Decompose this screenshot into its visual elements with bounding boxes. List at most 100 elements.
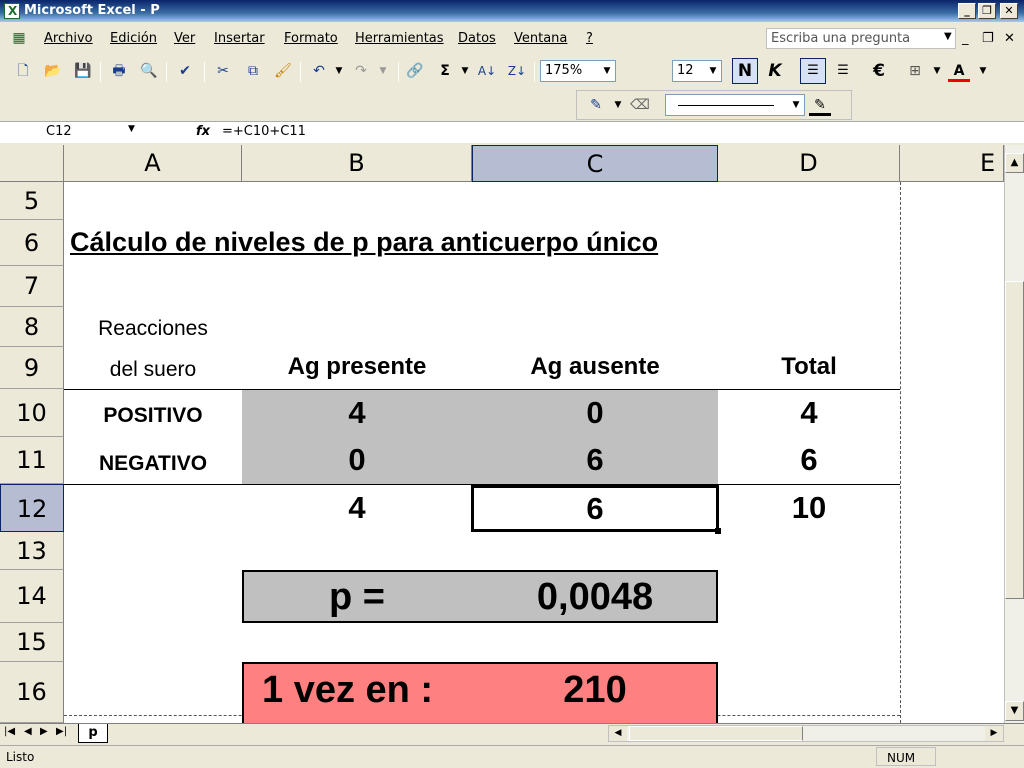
new-icon[interactable]: 🗋 [12,60,34,82]
last-sheet-button[interactable]: ▶| [56,726,67,737]
doc-restore-button[interactable]: ❐ [982,31,994,46]
zoom-select[interactable]: 175% ▼ [540,60,616,82]
insert-hyperlink-icon[interactable]: 🔗 [404,60,426,82]
vez-value[interactable]: 210 [472,669,718,712]
row-header-14[interactable]: 14 [0,570,64,623]
row-header-9[interactable]: 9 [0,347,64,389]
cell-b10[interactable]: 4 [242,395,472,431]
save-icon[interactable]: 💾 [72,60,94,82]
menu-ventana[interactable]: Ventana [514,31,567,46]
draw-border-icon[interactable]: ✎ [585,94,607,116]
borders-dropdown-icon[interactable]: ▼ [926,60,948,82]
minimize-button[interactable]: _ [958,3,976,19]
font-color-button[interactable]: A [948,60,970,82]
column-header-a[interactable]: A [64,145,242,182]
cell-b11[interactable]: 0 [242,442,472,478]
row-header-10[interactable]: 10 [0,389,64,437]
close-button[interactable]: ✕ [1000,3,1018,19]
scroll-up-button[interactable]: ▲ [1005,153,1024,173]
spelling-icon[interactable]: ✔ [174,60,196,82]
menu-ver[interactable]: Ver [174,31,195,46]
cell-b12[interactable]: 4 [242,490,472,526]
row-header-11[interactable]: 11 [0,437,64,484]
menu-datos[interactable]: Datos [458,31,496,46]
eraser-icon[interactable]: ⌫ [629,94,651,116]
sheet-tab-p[interactable]: p [78,724,108,743]
line-style-select[interactable]: ▼ [665,94,805,116]
autosum-dropdown-icon[interactable]: ▼ [454,60,476,82]
autosum-icon[interactable]: Σ [434,60,456,82]
open-icon[interactable]: 📂 [42,60,64,82]
vez-label[interactable]: 1 vez en : [262,669,433,712]
currency-button[interactable]: € [866,58,892,84]
scroll-thumb[interactable] [1005,281,1024,599]
formula-input[interactable]: =+C10+C11 [222,124,306,139]
column-header-d[interactable]: D [718,145,900,182]
label-negativo[interactable]: NEGATIVO [64,452,242,476]
p-value[interactable]: 0,0048 [472,576,718,619]
menu-insertar[interactable]: Insertar [214,31,265,46]
copy-icon[interactable]: ⧉ [242,60,264,82]
format-painter-icon[interactable]: 🖌 [272,60,294,82]
cut-icon[interactable]: ✂ [212,60,234,82]
select-all-corner[interactable] [0,145,64,182]
scroll-down-button[interactable]: ▼ [1005,701,1024,721]
column-header-b[interactable]: B [242,145,472,182]
italic-button[interactable]: K [762,58,788,84]
undo-dropdown-icon[interactable]: ▼ [328,60,350,82]
redo-dropdown-icon[interactable]: ▼ [372,60,394,82]
borders-icon[interactable]: ⊞ [904,60,926,82]
column-header-c[interactable]: C [472,145,718,182]
first-sheet-button[interactable]: |◀ [4,726,15,737]
row-header-7[interactable]: 7 [0,266,64,307]
sort-descending-icon[interactable]: Z↓ [506,60,528,82]
undo-icon[interactable]: ↶ [308,60,330,82]
font-color-dropdown-icon[interactable]: ▼ [972,60,994,82]
align-right-button[interactable]: ☰ [830,58,856,84]
name-box[interactable]: C12 ▼ [2,124,142,142]
prev-sheet-button[interactable]: ◀ [24,726,32,737]
cell-c11[interactable]: 6 [472,442,718,478]
row-header-16[interactable]: 16 [0,662,64,723]
ask-dropdown-icon[interactable]: ▼ [944,31,952,42]
name-box-dropdown-icon[interactable]: ▼ [128,124,135,134]
label-positivo[interactable]: POSITIVO [64,404,242,428]
row-header-8[interactable]: 8 [0,307,64,347]
workbook-icon[interactable]: ▦ [8,27,30,49]
fill-handle[interactable] [715,528,721,534]
menu-herramientas[interactable]: Herramientas [355,31,444,46]
menu-archivo[interactable]: Archivo [44,31,93,46]
row-header-12[interactable]: 12 [0,484,64,532]
cell-d12[interactable]: 10 [718,490,900,526]
menu-edicion[interactable]: Edición [110,31,157,46]
draw-border-dropdown-icon[interactable]: ▼ [607,94,629,116]
row-header-13[interactable]: 13 [0,532,64,570]
horizontal-scroll-thumb[interactable] [629,726,803,741]
column-header-e[interactable]: E [900,145,1004,182]
cell-d11[interactable]: 6 [718,442,900,478]
scroll-right-button[interactable]: ▶ [985,726,1003,741]
redo-icon[interactable]: ↷ [350,60,372,82]
print-preview-icon[interactable]: 🔍 [138,60,160,82]
print-icon[interactable]: 🖶 [108,60,130,82]
sort-ascending-icon[interactable]: A↓ [476,60,498,82]
p-label[interactable]: p = [242,576,472,619]
row-header-15[interactable]: 15 [0,623,64,662]
cell-d10[interactable]: 4 [718,395,900,431]
doc-close-button[interactable]: ✕ [1004,31,1015,46]
insert-function-icon[interactable]: fx [196,124,210,139]
scroll-left-button[interactable]: ◀ [609,726,627,741]
horizontal-scrollbar[interactable]: ◀ ▶ [608,725,1004,742]
doc-minimize-button[interactable]: _ [962,31,969,46]
next-sheet-button[interactable]: ▶ [40,726,48,737]
row-header-6[interactable]: 6 [0,220,64,266]
menu-help[interactable]: ? [586,31,593,46]
worksheet-grid[interactable]: A B C D E 5 6 7 8 9 10 11 12 13 14 15 16… [0,145,1004,723]
cell-c10[interactable]: 0 [472,395,718,431]
vertical-scrollbar[interactable]: ▲ ▼ [1004,145,1024,723]
bold-button[interactable]: N [732,58,758,84]
font-size-select[interactable]: 12 ▼ [672,60,722,82]
row-header-5[interactable]: 5 [0,182,64,220]
line-color-icon[interactable]: ✎ [809,94,831,116]
restore-button[interactable]: ❐ [978,3,996,19]
